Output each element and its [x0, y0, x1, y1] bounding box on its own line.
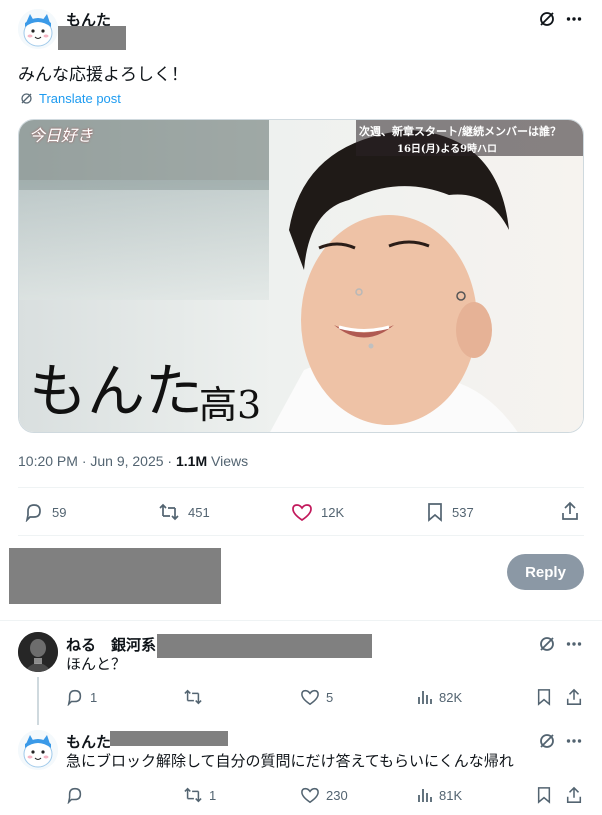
bookmark-action[interactable]: 537 [426, 502, 474, 522]
tweet-text: みんな応援よろしく！ [18, 65, 188, 84]
translate-label: Translate post [39, 91, 121, 106]
like-count: 12K [321, 504, 345, 520]
tweet-timestamp[interactable]: 10:20 PM · Jun 9, 2025 · [18, 453, 172, 469]
media-banner-subtext: 16日(月)よる9時ハロ [397, 144, 498, 155]
like-count: 230 [326, 787, 348, 803]
reply-icon [24, 502, 44, 522]
repost-icon [158, 502, 180, 522]
reply-text: ほんと？ [66, 656, 127, 673]
share-icon[interactable] [560, 501, 580, 521]
translate-post-link[interactable]: Translate post [20, 91, 121, 106]
analytics-icon [417, 688, 433, 706]
author-avatar[interactable] [18, 9, 58, 49]
repost-count: 1 [209, 787, 217, 803]
reply-button[interactable]: Reply [507, 554, 584, 590]
tweet-views-label: Views [211, 453, 249, 469]
media-banner-text: 次週、新章スタート/継続メンバーは誰？ [359, 125, 562, 138]
heart-icon [300, 688, 320, 706]
repost-action[interactable]: 1 [183, 786, 216, 804]
reply-count: 1 [90, 689, 98, 705]
compose-area-redacted[interactable] [9, 548, 221, 604]
views-action[interactable]: 82K [417, 688, 462, 706]
reply-count: 59 [52, 504, 67, 520]
repost-action[interactable] [183, 688, 209, 706]
heart-icon [291, 502, 313, 522]
tweet-media-image[interactable]: 次週、新章スタート/継続メンバーは誰？ 16日(月)よる9時ハロ 今日好き もん… [18, 119, 584, 433]
analytics-icon [417, 786, 433, 804]
reply-avatar[interactable] [18, 730, 58, 770]
reply-action[interactable]: 59 [24, 502, 66, 522]
divider-bottom-actions [18, 535, 584, 536]
grok-icon[interactable] [538, 10, 556, 28]
like-count: 5 [326, 689, 334, 705]
repost-count: 451 [188, 504, 210, 520]
grok-icon[interactable] [538, 732, 556, 750]
reply-author-name[interactable]: もんた [66, 731, 111, 752]
media-caption-grade: 高3 [199, 383, 262, 427]
divider-compose [0, 620, 602, 621]
heart-icon [300, 786, 320, 804]
like-action[interactable]: 230 [300, 786, 348, 804]
reply-handle-redacted [157, 634, 372, 658]
media-logo: 今日好き [29, 128, 94, 145]
more-options-icon[interactable] [566, 738, 582, 744]
more-options-icon[interactable] [566, 641, 582, 647]
like-action[interactable]: 5 [300, 688, 333, 706]
reply-avatar[interactable] [18, 632, 58, 672]
more-options-icon[interactable] [566, 16, 582, 22]
reply-handle-redacted [110, 731, 228, 746]
reply-action[interactable]: 1 [66, 688, 97, 706]
tweet-views-count: 1.1M [175, 453, 208, 469]
divider-top-actions [18, 487, 584, 488]
reply-text: 急にブロック解除して自分の質問にだけ答えてもらいにくんな帰れ [66, 753, 514, 770]
reply-author-name[interactable]: ねる 銀河系 [66, 634, 156, 655]
views-count: 81K [439, 787, 463, 803]
bookmark-icon [426, 502, 444, 522]
repost-action[interactable]: 451 [158, 502, 210, 522]
like-action[interactable]: 12K [291, 502, 344, 522]
reply-icon [66, 786, 84, 804]
thread-connector [37, 677, 39, 725]
reply-icon [66, 688, 84, 706]
tweet-meta: 10:20 PM · Jun 9, 2025 · 1.1M Views [18, 453, 248, 469]
translate-icon [20, 92, 33, 105]
share-icon[interactable] [565, 786, 583, 804]
bookmark-icon[interactable] [536, 688, 552, 706]
bookmark-count: 537 [452, 504, 474, 520]
bookmark-icon[interactable] [536, 786, 552, 804]
media-caption-name: もんた [29, 357, 204, 425]
share-icon[interactable] [565, 688, 583, 706]
grok-icon[interactable] [538, 635, 556, 653]
repost-icon [183, 688, 203, 706]
repost-icon [183, 786, 203, 804]
views-count: 82K [439, 689, 463, 705]
reply-action[interactable] [66, 786, 90, 804]
author-handle-redacted [58, 26, 126, 50]
views-action[interactable]: 81K [417, 786, 462, 804]
